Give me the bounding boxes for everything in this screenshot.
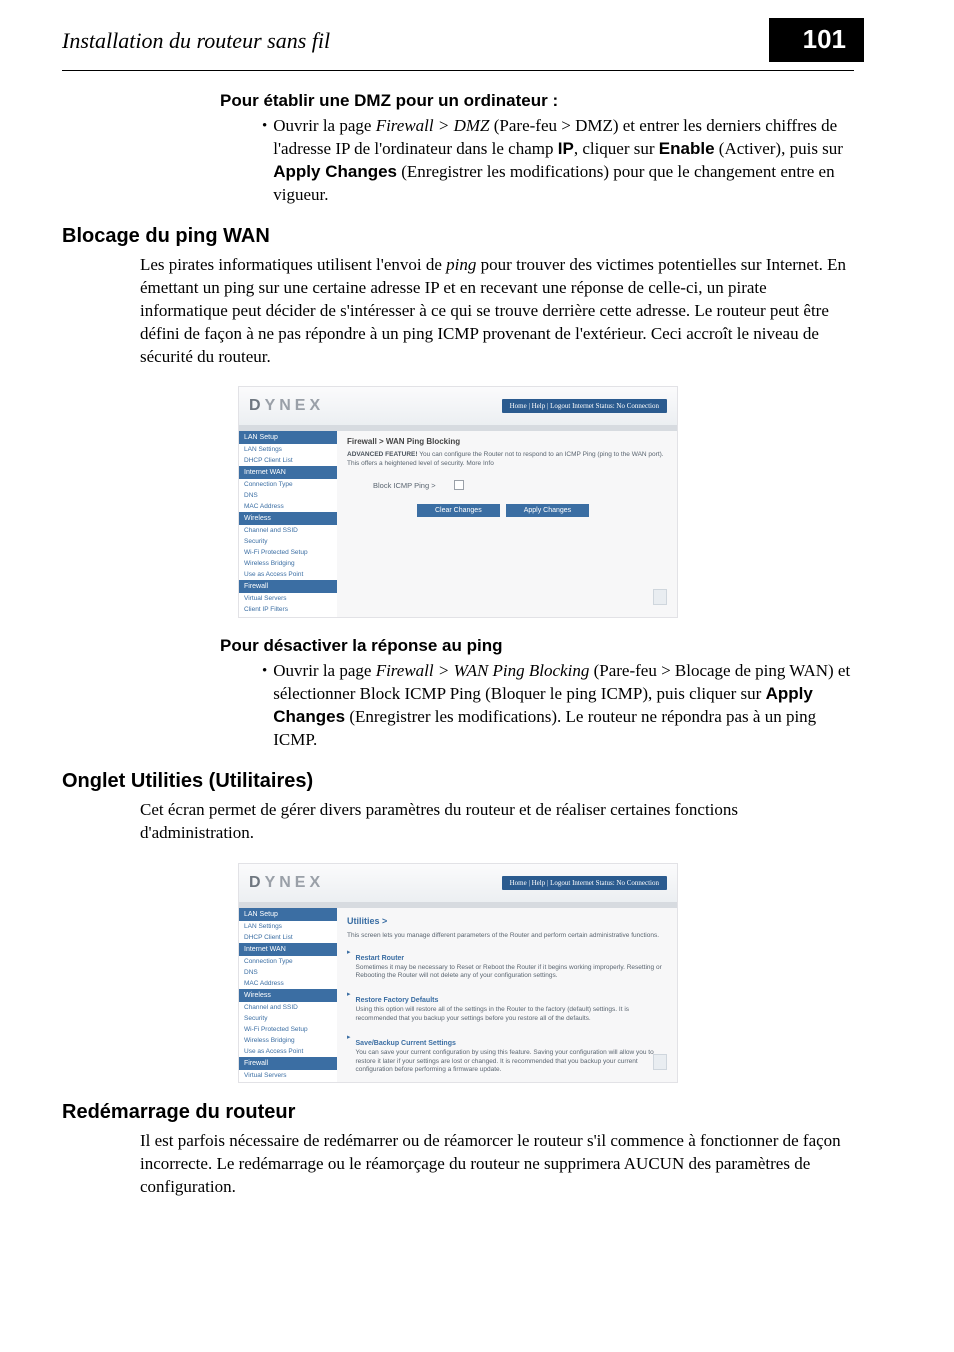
util-item-text: Using this option will restore all of th… <box>356 1006 667 1023</box>
nav-item: Security <box>239 1013 337 1024</box>
text-italic: Firewall > WAN Ping Blocking <box>376 661 590 680</box>
nav-item: Connection Type <box>239 956 337 967</box>
clear-changes-button: Clear Changes <box>417 504 500 517</box>
nav-item: DNS <box>239 967 337 978</box>
utilities-crumb: Utilities > <box>347 916 667 926</box>
nav-item: Client IP Filters <box>239 1081 337 1083</box>
nav-item: Wireless Bridging <box>239 558 337 569</box>
router-main-panel: Firewall > WAN Ping Blocking ADVANCED FE… <box>337 431 677 617</box>
router-top-links: Home | Help | Logout Internet Status: No… <box>502 876 667 890</box>
dmz-bullet-text: Ouvrir la page Firewall > DMZ (Pare-feu … <box>273 115 854 207</box>
text-italic: Firewall > DMZ <box>376 116 490 135</box>
nav-item: MAC Address Filtering <box>239 615 337 618</box>
nav-item: Client IP Filters <box>239 604 337 615</box>
nav-section: Firewall <box>239 580 337 593</box>
text: (Enregistrer les modifications). Le rout… <box>273 707 816 749</box>
logo-text: YNEX <box>265 397 325 414</box>
nav-item: Use as Access Point <box>239 569 337 580</box>
utilities-paragraph: Cet écran permet de gérer divers paramèt… <box>140 799 854 845</box>
page-curl-icon <box>653 589 667 605</box>
screenshot-wan-ping: DYNEX Home | Help | Logout Internet Stat… <box>238 386 678 618</box>
text-italic: ping <box>446 255 476 274</box>
text-bold: ADVANCED FEATURE! <box>347 451 418 458</box>
nav-section: LAN Setup <box>239 908 337 921</box>
arrow-icon: ▸ <box>347 991 351 1031</box>
text-bold: Enable <box>659 139 715 158</box>
router-logo: DYNEX <box>249 397 324 415</box>
router-main-panel: Utilities > This screen lets you manage … <box>337 908 677 1082</box>
router-top-links: Home | Help | Logout Internet Status: No… <box>502 399 667 413</box>
text: Ouvrir la page <box>273 116 375 135</box>
restart-paragraph: Il est parfois nécessaire de redémarrer … <box>140 1130 854 1199</box>
nav-item: LAN Settings <box>239 444 337 455</box>
nav-item: DHCP Client List <box>239 932 337 943</box>
nav-item: MAC Address <box>239 501 337 512</box>
dmz-heading: Pour établir une DMZ pour un ordinateur … <box>220 91 854 111</box>
nav-section: Firewall <box>239 1057 337 1070</box>
ping-disable-heading: Pour désactiver la réponse au ping <box>220 636 854 656</box>
text: (Activer), puis sur <box>715 139 843 158</box>
nav-item: Wi-Fi Protected Setup <box>239 1024 337 1035</box>
block-icmp-checkbox <box>454 480 464 490</box>
nav-item: Use as Access Point <box>239 1046 337 1057</box>
nav-item: Wi-Fi Protected Setup <box>239 547 337 558</box>
page-section-title: Installation du routeur sans fil <box>62 28 330 54</box>
logo-text: YNEX <box>265 874 325 891</box>
bullet-icon: • <box>262 660 267 752</box>
nav-item: Channel and SSID <box>239 1002 337 1013</box>
page-number: 101 <box>769 18 864 62</box>
router-sidebar: LAN Setup LAN Settings DHCP Client List … <box>239 908 337 1082</box>
router-logo: DYNEX <box>249 874 324 892</box>
text-bold: Apply Changes <box>273 162 397 181</box>
nav-item: Virtual Servers <box>239 1070 337 1081</box>
util-item-text: You can save your current configuration … <box>356 1049 667 1074</box>
nav-section: LAN Setup <box>239 431 337 444</box>
nav-item: Wireless Bridging <box>239 1035 337 1046</box>
block-icmp-label: Block ICMP Ping > <box>373 481 436 490</box>
nav-section: Wireless <box>239 989 337 1002</box>
arrow-icon: ▸ <box>347 1034 351 1082</box>
wan-ping-heading: Blocage du ping WAN <box>62 225 854 248</box>
nav-item: Channel and SSID <box>239 525 337 536</box>
nav-item: MAC Address <box>239 978 337 989</box>
util-item-heading: Restart Router <box>356 955 667 962</box>
breadcrumb: Firewall > WAN Ping Blocking <box>347 437 667 446</box>
router-sidebar: LAN Setup LAN Settings DHCP Client List … <box>239 431 337 617</box>
nav-item: Security <box>239 536 337 547</box>
text: Les pirates informatiques utilisent l'en… <box>140 255 446 274</box>
utilities-heading: Onglet Utilities (Utilitaires) <box>62 770 854 793</box>
ping-disable-bullet: Ouvrir la page Firewall > WAN Ping Block… <box>273 660 854 752</box>
feature-note: ADVANCED FEATURE! You can configure the … <box>347 451 667 468</box>
util-item-heading: Restore Factory Defaults <box>356 997 667 1004</box>
screenshot-utilities: DYNEX Home | Help | Logout Internet Stat… <box>238 863 678 1083</box>
nav-section: Wireless <box>239 512 337 525</box>
nav-item: LAN Settings <box>239 921 337 932</box>
nav-item: Connection Type <box>239 479 337 490</box>
util-item-text: Sometimes it may be necessary to Reset o… <box>356 964 667 981</box>
bullet-icon: • <box>262 115 267 207</box>
text: , cliquer sur <box>574 139 659 158</box>
utilities-intro: This screen lets you manage different pa… <box>347 932 667 940</box>
nav-item: Virtual Servers <box>239 593 337 604</box>
nav-section: Internet WAN <box>239 466 337 479</box>
text: Ouvrir la page <box>273 661 375 680</box>
restart-heading: Redémarrage du routeur <box>62 1101 854 1124</box>
arrow-icon: ▸ <box>347 949 351 989</box>
nav-item: DNS <box>239 490 337 501</box>
nav-item: DHCP Client List <box>239 455 337 466</box>
page-curl-icon <box>653 1054 667 1070</box>
wan-ping-paragraph: Les pirates informatiques utilisent l'en… <box>140 254 854 369</box>
util-item-heading: Save/Backup Current Settings <box>356 1040 667 1047</box>
apply-changes-button: Apply Changes <box>506 504 589 517</box>
nav-section: Internet WAN <box>239 943 337 956</box>
text-bold: IP <box>558 139 574 158</box>
